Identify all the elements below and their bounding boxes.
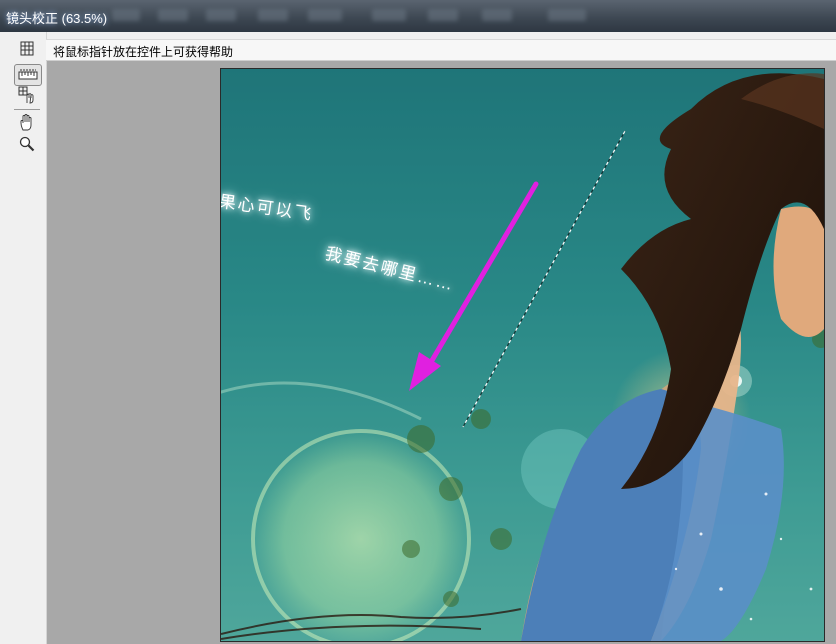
blurred-menu-item <box>258 9 288 21</box>
image-preview-canvas[interactable]: 果心可以飞 我要去哪里…… <box>220 68 825 642</box>
help-hint-text: 将鼠标指针放在控件上可获得帮助 <box>53 45 234 59</box>
blurred-menu-item <box>482 9 512 21</box>
blurred-menu-item <box>372 9 406 21</box>
hand-tool[interactable] <box>14 112 40 132</box>
hand-icon <box>20 114 32 131</box>
blurred-menu-item <box>206 9 236 21</box>
move-grid-icon <box>18 86 34 104</box>
zoom-icon <box>19 136 35 152</box>
move-grid-tool[interactable] <box>14 85 40 105</box>
blurred-menu-item <box>158 9 188 21</box>
remove-distortion-tool[interactable] <box>14 39 40 59</box>
blurred-menu-item <box>308 9 342 21</box>
blurred-menu-item <box>548 9 586 21</box>
photo <box>221 69 824 641</box>
tool-separator <box>14 109 40 110</box>
remove-distortion-icon <box>20 41 34 56</box>
straighten-tool[interactable] <box>14 64 42 86</box>
blurred-menu-item <box>428 9 458 21</box>
straighten-icon <box>18 69 38 80</box>
title-bar: 镜头校正 (63.5%) <box>0 0 836 32</box>
zoom-tool[interactable] <box>14 134 40 154</box>
blurred-menu-item <box>112 9 140 21</box>
tool-strip <box>0 32 47 644</box>
help-hint-bar: 将鼠标指针放在控件上可获得帮助 <box>46 39 836 61</box>
window-title: 镜头校正 (63.5%) <box>6 11 108 26</box>
